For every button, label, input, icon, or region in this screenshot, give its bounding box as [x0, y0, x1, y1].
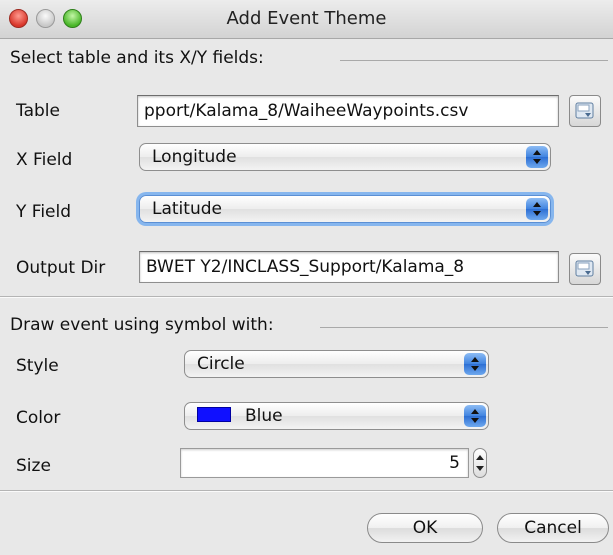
up-down-arrows-icon — [464, 405, 486, 427]
group-divider — [340, 60, 608, 61]
symbol-group-heading: Draw event using symbol with: — [10, 315, 278, 335]
color-swatch — [197, 407, 231, 422]
output-browse-button[interactable] — [569, 253, 601, 285]
table-path-field[interactable]: pport/Kalama_8/WaiheeWaypoints.csv — [137, 95, 559, 127]
up-down-arrows-icon — [526, 198, 548, 220]
stepper-arrows-icon[interactable] — [473, 448, 487, 478]
table-group-heading: Select table and its X/Y fields: — [10, 48, 268, 68]
x-field-value: Longitude — [152, 147, 237, 167]
y-field-label: Y Field — [16, 202, 72, 222]
folder-browse-icon — [575, 102, 594, 119]
up-down-arrows-icon — [464, 353, 486, 375]
cancel-button[interactable]: Cancel — [497, 513, 609, 543]
y-field-select[interactable]: Latitude — [139, 195, 551, 223]
color-select[interactable]: Blue — [184, 402, 489, 430]
folder-browse-icon — [575, 260, 594, 277]
table-browse-button[interactable] — [569, 95, 601, 127]
style-value: Circle — [197, 354, 245, 374]
style-select[interactable]: Circle — [184, 350, 489, 378]
section-separator — [0, 490, 613, 492]
group-divider — [320, 327, 608, 328]
size-label: Size — [16, 456, 51, 476]
window-title: Add Event Theme — [226, 8, 387, 29]
table-label: Table — [16, 101, 60, 121]
style-label: Style — [16, 356, 59, 376]
size-field[interactable]: 5 — [180, 448, 469, 478]
x-field-select[interactable]: Longitude — [139, 143, 551, 171]
ok-button[interactable]: OK — [367, 513, 483, 543]
output-dir-field[interactable]: BWET Y2/INCLASS_Support/Kalama_8 — [139, 251, 559, 283]
output-dir-label: Output Dir — [16, 258, 106, 278]
section-separator — [0, 296, 613, 298]
y-field-value: Latitude — [152, 199, 222, 219]
x-field-label: X Field — [16, 150, 73, 170]
up-down-arrows-icon — [526, 146, 548, 168]
title-bar: Add Event Theme — [0, 0, 613, 39]
color-label: Color — [16, 408, 61, 428]
color-value: Blue — [245, 406, 283, 426]
